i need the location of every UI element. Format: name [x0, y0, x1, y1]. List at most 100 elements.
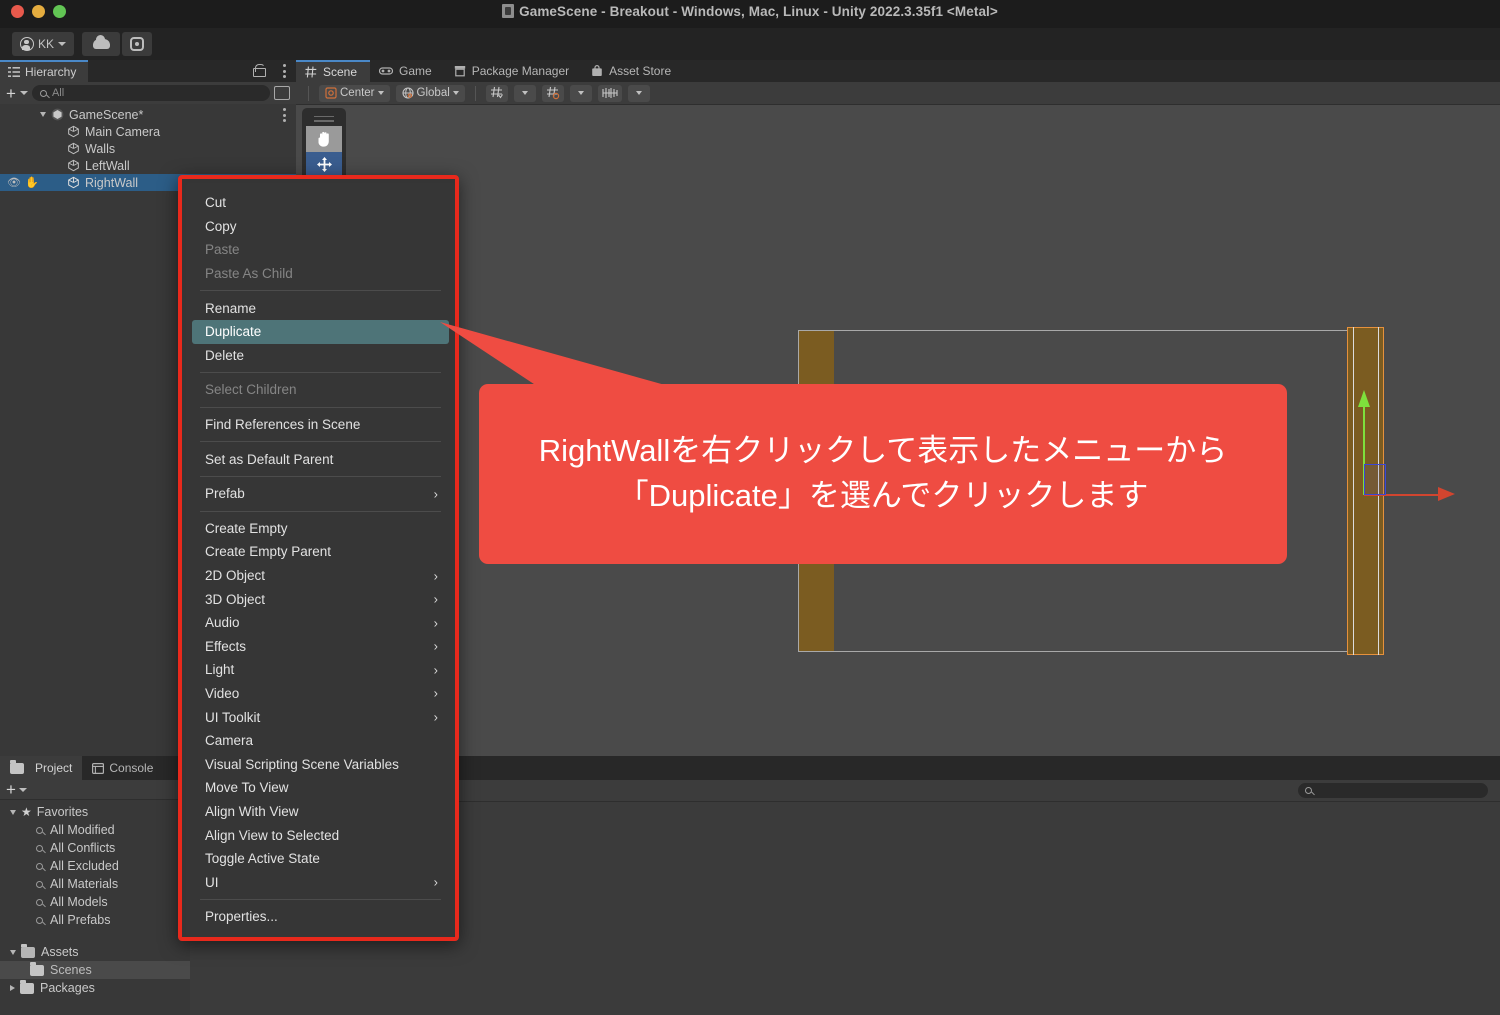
asset-store-bag-icon: [592, 65, 602, 76]
tab-project[interactable]: Project: [0, 756, 83, 780]
tab-package-manager-label: Package Manager: [471, 64, 570, 78]
gizmo-x-axis-arrowhead-icon[interactable]: [1438, 487, 1455, 501]
project-item-all-conflicts[interactable]: All Conflicts: [0, 839, 190, 857]
toolbar-divider: [474, 85, 476, 101]
hierarchy-item-walls[interactable]: Walls: [0, 140, 296, 157]
menu-item-label: Create Empty: [205, 520, 288, 536]
project-item-all-models[interactable]: All Models: [0, 893, 190, 911]
project-browser-search-input[interactable]: [1298, 783, 1488, 798]
menu-item-copy[interactable]: Copy: [186, 215, 455, 239]
menu-item-cut[interactable]: Cut: [186, 191, 455, 215]
menu-item-create-empty[interactable]: Create Empty: [186, 517, 455, 541]
pivot-mode-dropdown[interactable]: Center: [319, 84, 390, 102]
chevron-right-icon[interactable]: [10, 985, 15, 991]
hand-tool-button[interactable]: [306, 125, 342, 152]
project-item-favorites[interactable]: ★ Favorites: [0, 803, 190, 821]
unity-editor-window: GameScene - Breakout - Windows, Mac, Lin…: [0, 0, 1500, 1015]
menu-item-delete[interactable]: Delete: [186, 344, 455, 368]
project-item-scenes[interactable]: Scenes: [0, 961, 190, 979]
project-item-all-modified[interactable]: All Modified: [0, 821, 190, 839]
handle-space-dropdown[interactable]: Global: [395, 84, 465, 102]
tab-hierarchy[interactable]: Hierarchy: [0, 60, 89, 82]
project-create-button[interactable]: +: [6, 781, 16, 798]
tab-asset-store[interactable]: Asset Store: [582, 60, 684, 82]
hierarchy-search-input[interactable]: All: [31, 85, 270, 101]
menu-item-label: Toggle Active State: [205, 851, 320, 867]
hierarchy-item-leftwall[interactable]: LeftWall: [0, 157, 296, 174]
menu-item-2d-object[interactable]: 2D Object ›: [186, 564, 455, 588]
menu-item-toggle-active-state[interactable]: Toggle Active State: [186, 847, 455, 871]
menu-item-3d-object[interactable]: 3D Object ›: [186, 587, 455, 611]
menu-item-move-to-view[interactable]: Move To View: [186, 776, 455, 800]
menu-item-video[interactable]: Video ›: [186, 682, 455, 706]
menu-item-set-as-default-parent[interactable]: Set as Default Parent: [186, 447, 455, 471]
chevron-down-icon: [58, 42, 66, 46]
picking-hand-icon[interactable]: ✋: [25, 176, 39, 189]
hierarchy-icon: [8, 67, 20, 77]
menu-item-ui-toolkit[interactable]: UI Toolkit ›: [186, 705, 455, 729]
gamepad-icon: [379, 67, 394, 75]
menu-item-camera[interactable]: Camera: [186, 729, 455, 753]
menu-item-duplicate[interactable]: Duplicate: [192, 319, 449, 344]
menu-item-properties[interactable]: Properties...: [186, 905, 455, 929]
menu-item-create-empty-parent[interactable]: Create Empty Parent: [186, 540, 455, 564]
snap-increment-dropdown[interactable]: [569, 84, 592, 102]
menu-item-align-with-view[interactable]: Align With View: [186, 800, 455, 824]
chevron-down-icon[interactable]: [10, 809, 16, 815]
chevron-down-icon[interactable]: [18, 787, 27, 792]
chevron-down-icon: [452, 91, 459, 95]
kebab-menu-icon[interactable]: [282, 64, 286, 78]
create-object-button[interactable]: +: [6, 85, 16, 102]
chevron-down-icon: [377, 91, 384, 95]
grid-visibility-dropdown[interactable]: [627, 84, 650, 102]
menu-item-visual-scripting-scene-variables[interactable]: Visual Scripting Scene Variables: [186, 752, 455, 776]
menu-item-rename[interactable]: Rename: [186, 296, 455, 320]
grid-visibility-button[interactable]: [597, 84, 622, 102]
editor-settings-button[interactable]: [122, 32, 152, 56]
grid-visibility-icon: [602, 88, 618, 98]
hierarchy-item-main-camera[interactable]: Main Camera: [0, 123, 296, 140]
folder-icon: [10, 759, 24, 774]
tab-game[interactable]: Game: [370, 60, 445, 82]
grid-snapping-dropdown[interactable]: [513, 84, 536, 102]
tab-scene[interactable]: Scene: [296, 60, 371, 82]
project-toolbar: +: [0, 780, 190, 800]
menu-item-find-references-in-scene[interactable]: Find References in Scene: [186, 413, 455, 437]
menu-item-audio[interactable]: Audio ›: [186, 611, 455, 635]
account-button[interactable]: KK: [12, 32, 74, 56]
chevron-right-icon: ›: [433, 685, 438, 701]
menu-item-light[interactable]: Light ›: [186, 658, 455, 682]
snap-increment-button[interactable]: [541, 84, 564, 102]
gizmo-plane-handle[interactable]: [1364, 464, 1386, 495]
pivot-center-icon: [325, 87, 337, 99]
visibility-eye-icon[interactable]: 👁: [7, 176, 21, 189]
project-item-packages[interactable]: Packages: [0, 979, 190, 997]
tab-package-manager[interactable]: Package Manager: [445, 60, 582, 82]
project-item-all-prefabs[interactable]: All Prefabs: [0, 911, 190, 929]
grid-snapping-button[interactable]: [485, 84, 508, 102]
gizmo-y-axis-arrowhead-icon[interactable]: [1358, 390, 1370, 407]
menu-item-align-view-to-selected[interactable]: Align View to Selected: [186, 823, 455, 847]
lock-icon[interactable]: [253, 64, 266, 77]
kebab-menu-icon[interactable]: [282, 108, 286, 122]
menu-item-label: 3D Object: [205, 591, 266, 607]
drag-grip-icon[interactable]: [306, 112, 342, 126]
tab-console[interactable]: Console: [82, 756, 163, 780]
chevron-down-icon[interactable]: [10, 949, 16, 955]
hierarchy-item-label: LeftWall: [85, 158, 130, 173]
menu-item-prefab[interactable]: Prefab ›: [186, 482, 455, 506]
open-in-new-icon[interactable]: [274, 86, 290, 100]
cloud-icon: [92, 35, 110, 49]
menu-item-ui[interactable]: UI ›: [186, 870, 455, 894]
cloud-services-button[interactable]: [82, 32, 120, 56]
account-label: KK: [37, 37, 54, 51]
project-item-all-materials[interactable]: All Materials: [0, 875, 190, 893]
project-item-assets[interactable]: Assets: [0, 943, 190, 961]
chevron-down-icon[interactable]: [40, 112, 46, 117]
menu-item-effects[interactable]: Effects ›: [186, 635, 455, 659]
project-item-label: All Modified: [50, 823, 115, 837]
chevron-down-icon[interactable]: [19, 91, 28, 95]
project-item-all-excluded[interactable]: All Excluded: [0, 857, 190, 875]
hierarchy-item-gamescene[interactable]: GameScene*: [0, 106, 296, 123]
hierarchy-item-label: Main Camera: [85, 124, 161, 139]
